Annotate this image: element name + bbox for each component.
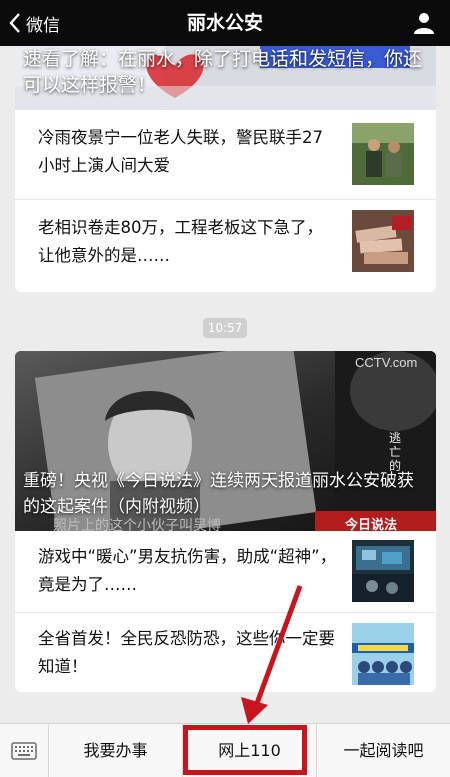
list-item[interactable]: 冷雨夜景宁一位老人失联，警民联手27小时上演人间大爱 (15, 110, 436, 199)
cover-caption: 照片上的这个小伙子叫吴博 (53, 518, 221, 531)
bottom-menu-bar: 我要办事 网上110 一起阅读吧 (0, 723, 450, 777)
cover-side-text: 逃亡的 (389, 431, 402, 473)
article-card-1: 速看了解：在丽水，除了打电话和发短信，你还可以这样报警！ 冷雨夜景宁一位老人失联… (15, 46, 436, 292)
cctv-watermark: CCTV.com (355, 355, 418, 370)
list-item[interactable]: 全省首发！全民反恐防恐，这些你一定要知道！ (15, 612, 436, 692)
keyboard-icon (11, 741, 37, 760)
cover-article-1[interactable]: 速看了解：在丽水，除了打电话和发短信，你还可以这样报警！ (15, 46, 436, 110)
menu-item-services[interactable]: 我要办事 (49, 724, 183, 777)
menu-item-read-together[interactable]: 一起阅读吧 (317, 724, 450, 777)
top-navbar: 微信 丽水公安 (0, 0, 450, 46)
list-item-title: 游戏中“暖心”男友抗伤害，助成“超神”，竟是为了…… (38, 547, 337, 594)
thumbnail-image (352, 623, 414, 685)
page-title: 丽水公安 (186, 12, 263, 34)
cover-title-2: 重磅！央视《今日说法》连续两天报道丽水公安破获的这起案件（内附视频） (23, 471, 414, 517)
thumbnail-image (352, 540, 414, 602)
profile-icon[interactable] (412, 11, 436, 35)
back-button[interactable]: 微信 (8, 0, 60, 46)
chevron-left-icon (9, 13, 20, 33)
timestamp-badge: 10:57 (203, 318, 247, 338)
thumbnail-image (352, 210, 414, 272)
list-item-title: 冷雨夜景宁一位老人失联，警民联手27小时上演人间大爱 (38, 128, 323, 175)
menu-item-online-110[interactable]: 网上110 (183, 724, 317, 777)
article-card-2: CCTV.com 逃亡的 重磅！央视《今日说法》连续两天报道丽水公安破获的这起案… (15, 351, 436, 692)
list-item-title: 全省首发！全民反恐防恐，这些你一定要知道！ (38, 629, 335, 676)
program-label: 今日说法 (345, 518, 398, 531)
list-item[interactable]: 游戏中“暖心”男友抗伤害，助成“超神”，竟是为了…… (15, 531, 436, 612)
cover-article-2[interactable]: CCTV.com 逃亡的 重磅！央视《今日说法》连续两天报道丽水公安破获的这起案… (15, 351, 436, 531)
list-item-title: 老相识卷走80万，工程老板这下急了，让他意外的是…… (38, 218, 323, 265)
cover-title-1: 速看了解：在丽水，除了打电话和发短信，你还可以这样报警！ (23, 48, 423, 96)
keyboard-toggle-button[interactable] (0, 724, 49, 777)
list-item[interactable]: 老相识卷走80万，工程老板这下急了，让他意外的是…… (15, 199, 436, 292)
back-label: 微信 (26, 15, 60, 36)
thumbnail-image (352, 123, 414, 185)
